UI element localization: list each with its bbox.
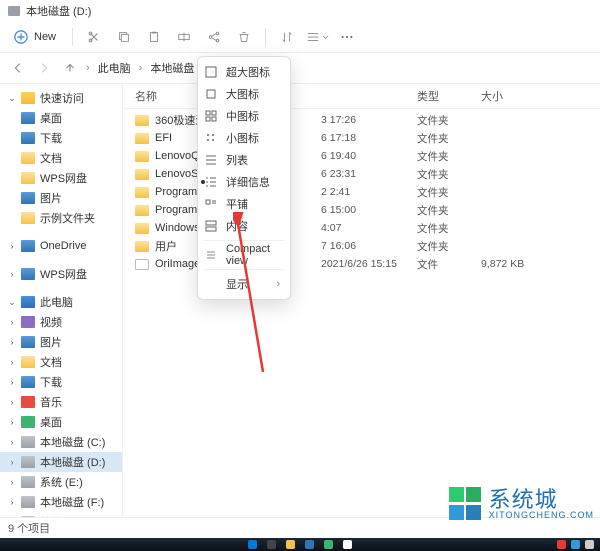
sidebar-item[interactable]: ›文档	[0, 352, 122, 372]
file-row[interactable]: 360极速浏览器下载3 17:26文件夹	[123, 111, 600, 129]
breadcrumb-pc[interactable]: 此电脑	[94, 58, 135, 78]
item-count: 9 个项目	[8, 520, 50, 536]
chevron-right-icon: ›	[84, 62, 92, 74]
view-menu-item[interactable]: 平铺	[198, 193, 290, 215]
folder-icon	[135, 133, 149, 144]
file-row[interactable]: LenovoQMDownload6 19:40文件夹	[123, 147, 600, 165]
cut-button[interactable]	[81, 25, 107, 49]
column-headers: 名称 类型 大小	[123, 84, 600, 109]
sidebar-item[interactable]: 下载	[0, 128, 122, 148]
sidebar-item[interactable]: ›下载	[0, 372, 122, 392]
taskbar-icon[interactable]	[343, 540, 352, 549]
sidebar-wps[interactable]: ›WPS网盘	[0, 264, 122, 284]
view-menu-item[interactable]: Compact view	[198, 244, 290, 266]
view-menu-item[interactable]: 大图标	[198, 83, 290, 105]
view-menu-item[interactable]: 超大图标	[198, 61, 290, 83]
rename-button[interactable]	[171, 25, 197, 49]
taskbar-icon[interactable]	[267, 540, 276, 549]
view-menu: 超大图标大图标中图标小图标列表详细信息平铺内容 Compact view 显示›	[197, 56, 291, 300]
view-mode-icon	[204, 219, 218, 233]
sidebar-quick-access[interactable]: ⌄快速访问	[0, 88, 122, 108]
taskbar-icon[interactable]	[324, 540, 333, 549]
watermark: 系统城 XITONGCHENG.COM	[449, 487, 594, 521]
view-mode-icon	[204, 197, 218, 211]
view-mode-icon	[204, 248, 218, 262]
view-mode-icon	[204, 175, 218, 189]
menu-separator	[204, 269, 284, 270]
view-mode-icon	[204, 109, 218, 123]
sidebar-this-pc[interactable]: ⌄此电脑	[0, 292, 122, 312]
file-row[interactable]: Program Files (x86)6 15:00文件夹	[123, 201, 600, 219]
view-menu-item[interactable]: 中图标	[198, 105, 290, 127]
titlebar: 本地磁盘 (D:)	[0, 0, 600, 22]
folder-icon	[135, 187, 149, 198]
taskbar-icon[interactable]	[305, 540, 314, 549]
more-button[interactable]	[334, 25, 360, 49]
sidebar-item[interactable]: ›桌面	[0, 412, 122, 432]
folder-icon	[135, 151, 149, 162]
file-row[interactable]: Program Files2 2:41文件夹	[123, 183, 600, 201]
view-mode-icon	[204, 65, 218, 79]
sidebar-item[interactable]: ›系统 (E:)	[0, 472, 122, 492]
sidebar-item[interactable]: ›本地磁盘 (F:)	[0, 492, 122, 512]
folder-icon	[135, 223, 149, 234]
back-button[interactable]	[6, 56, 30, 80]
sidebar-item[interactable]: 示例文件夹	[0, 208, 122, 228]
file-row[interactable]: EFI6 17:18文件夹	[123, 129, 600, 147]
file-row[interactable]: Windows4:07文件夹	[123, 219, 600, 237]
explorer-window: 本地磁盘 (D:) New › 此电脑 › 本地磁盘 (D:) › ⌄快速访问 …	[0, 0, 600, 538]
folder-icon	[135, 205, 149, 216]
chevron-right-icon: ›	[137, 62, 145, 74]
delete-button[interactable]	[231, 25, 257, 49]
sidebar-item[interactable]: 文档	[0, 148, 122, 168]
menu-display[interactable]: 显示›	[198, 273, 290, 295]
address-bar: › 此电脑 › 本地磁盘 (D:) ›	[0, 53, 600, 84]
share-button[interactable]	[201, 25, 227, 49]
folder-icon	[135, 169, 149, 180]
drive-icon	[8, 6, 20, 16]
taskbar-icon[interactable]	[286, 540, 295, 549]
sidebar-item[interactable]: 图片	[0, 188, 122, 208]
sidebar-onedrive[interactable]: ›OneDrive	[0, 236, 122, 256]
sidebar-item[interactable]: ›本地磁盘 (C:)	[0, 432, 122, 452]
file-list: 名称 类型 大小 360极速浏览器下载3 17:26文件夹EFI6 17:18文…	[123, 84, 600, 520]
sidebar-item[interactable]: ›音乐	[0, 392, 122, 412]
start-icon[interactable]	[248, 540, 257, 549]
sidebar-item[interactable]: WPS网盘	[0, 168, 122, 188]
col-type[interactable]: 类型	[417, 88, 481, 104]
sidebar-item-current-drive[interactable]: ›本地磁盘 (D:)	[0, 452, 122, 472]
sidebar-item[interactable]: ›图片	[0, 332, 122, 352]
separator	[72, 28, 73, 46]
file-icon	[135, 259, 149, 270]
folder-icon	[135, 115, 149, 126]
view-menu-item[interactable]: 列表	[198, 149, 290, 171]
copy-button[interactable]	[111, 25, 137, 49]
watermark-logo	[449, 487, 483, 521]
toolbar: New	[0, 22, 600, 53]
sidebar-item[interactable]: ›视频	[0, 312, 122, 332]
new-button[interactable]: New	[6, 25, 64, 49]
forward-button[interactable]	[32, 56, 56, 80]
file-row[interactable]: OriImage2021/6/26 15:15文件9,872 KB	[123, 255, 600, 273]
view-menu-item[interactable]: 详细信息	[198, 171, 290, 193]
taskbar[interactable]	[0, 538, 600, 551]
view-mode-icon	[204, 87, 218, 101]
view-menu-item[interactable]: 内容	[198, 215, 290, 237]
window-title: 本地磁盘 (D:)	[26, 3, 91, 19]
file-row[interactable]: 用户7 16:06文件夹	[123, 237, 600, 255]
folder-icon	[135, 241, 149, 252]
paste-button[interactable]	[141, 25, 167, 49]
separator	[265, 28, 266, 46]
file-row[interactable]: LenovoSoftstore6 23:31文件夹	[123, 165, 600, 183]
view-button[interactable]	[304, 25, 330, 49]
sidebar: ⌄快速访问 桌面 下载 文档 WPS网盘 图片 示例文件夹 ›OneDrive …	[0, 84, 123, 520]
system-tray[interactable]	[557, 540, 594, 549]
sort-button[interactable]	[274, 25, 300, 49]
view-mode-icon	[204, 131, 218, 145]
sidebar-item[interactable]: 桌面	[0, 108, 122, 128]
up-button[interactable]	[58, 56, 82, 80]
col-size[interactable]: 大小	[481, 88, 561, 104]
view-menu-item[interactable]: 小图标	[198, 127, 290, 149]
view-mode-icon	[204, 153, 218, 167]
